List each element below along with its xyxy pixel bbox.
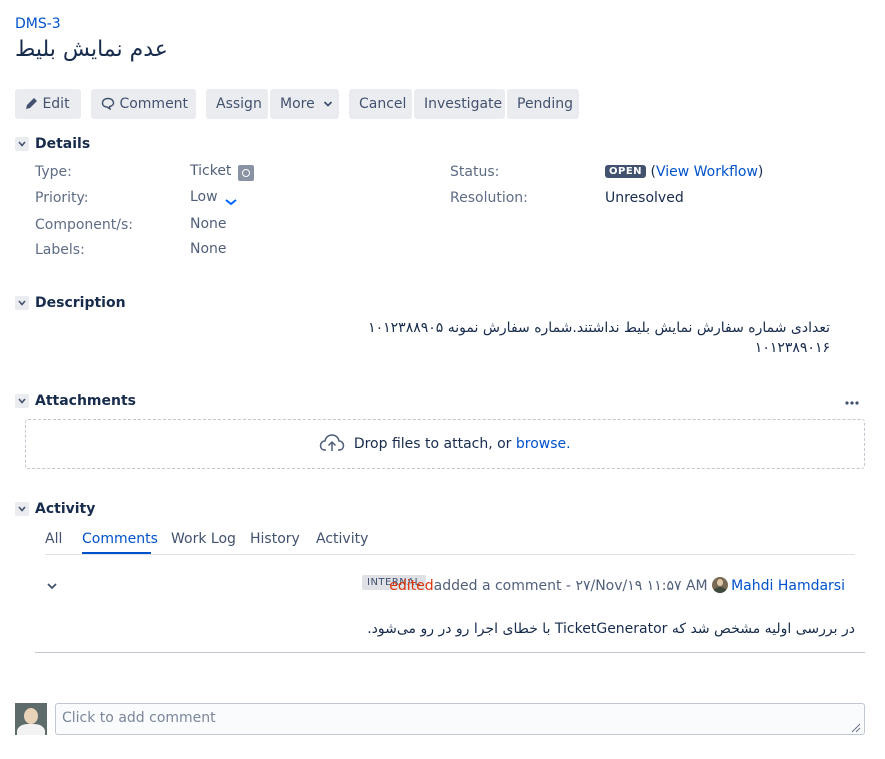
edited-label: edited <box>389 578 434 594</box>
priority-value-text: Low <box>190 189 218 205</box>
priority-value: Low <box>190 189 238 207</box>
investigate-button[interactable]: Investigate <box>414 89 505 119</box>
comment-divider <box>35 652 865 653</box>
attachments-more-icon[interactable] <box>844 395 860 413</box>
dropzone-text: Drop files to attach, or <box>353 436 512 452</box>
status-badge: OPEN <box>605 165 647 178</box>
comment-icon <box>101 97 115 111</box>
chevron-down-icon <box>324 101 333 107</box>
cancel-button[interactable]: Cancel <box>349 89 412 119</box>
comment-collapse-icon[interactable] <box>46 579 58 595</box>
user-avatar <box>15 703 47 735</box>
tabs-divider <box>45 554 855 555</box>
edit-button-label: Edit <box>42 96 70 112</box>
resize-handle-icon[interactable] <box>851 721 861 737</box>
attachments-toggle[interactable] <box>15 394 29 408</box>
tab-comments[interactable]: Comments <box>82 531 158 547</box>
browse-link[interactable]: browse. <box>516 436 571 452</box>
attachments-title: Attachments <box>35 393 137 409</box>
priority-low-icon <box>225 199 237 206</box>
author-avatar <box>712 577 729 593</box>
cloud-upload-icon <box>320 434 345 451</box>
components-value: None <box>190 216 227 232</box>
assign-button[interactable]: Assign <box>206 89 268 119</box>
details-toggle[interactable] <box>15 137 29 151</box>
type-label: Type: <box>35 164 72 180</box>
resolution-value: Unresolved <box>605 190 684 206</box>
comment-meta-text: added a comment - ۲۷/Nov/۱۹ ۱۱:۵۷ AM <box>433 578 708 594</box>
pencil-icon <box>26 98 37 109</box>
comment-meta: editedadded a comment - ۲۷/Nov/۱۹ ۱۱:۵۷ … <box>389 577 845 594</box>
tab-all[interactable]: All <box>45 531 62 547</box>
ticket-type-icon <box>237 165 254 181</box>
tab-history[interactable]: History <box>250 531 300 547</box>
chevron-down-icon <box>18 398 26 404</box>
comment-author-link[interactable]: Mahdi Hamdarsi <box>731 578 845 594</box>
chevron-down-icon <box>18 300 26 306</box>
edit-button[interactable]: Edit <box>15 89 81 119</box>
view-workflow-link[interactable]: View Workflow <box>656 164 758 180</box>
comment-button-label: Comment <box>119 96 189 112</box>
details-title: Details <box>35 136 91 152</box>
description-toggle[interactable] <box>15 296 29 310</box>
labels-value: None <box>190 241 227 257</box>
labels-label: Labels: <box>35 242 85 258</box>
active-tab-indicator <box>82 552 151 554</box>
tab-work-log[interactable]: Work Log <box>171 531 236 547</box>
type-value: Ticket <box>190 163 254 181</box>
issue-title: عدم نمایش بلیط <box>15 37 168 62</box>
issue-key[interactable]: DMS-3 <box>15 16 61 32</box>
comment-body: در بررسی اولیه مشخص شد که TicketGenerato… <box>367 621 855 637</box>
type-value-text: Ticket <box>190 163 232 179</box>
tab-activity[interactable]: Activity <box>316 531 368 547</box>
more-button-label: More <box>280 96 315 112</box>
pending-button[interactable]: Pending <box>507 89 579 119</box>
comment-button[interactable]: Comment <box>91 89 196 119</box>
description-title: Description <box>35 295 126 311</box>
components-label: Component/s: <box>35 217 134 233</box>
chevron-down-icon <box>18 141 26 147</box>
activity-title: Activity <box>35 501 96 517</box>
add-comment-input[interactable]: Click to add comment <box>55 703 865 735</box>
activity-toggle[interactable] <box>15 502 29 516</box>
priority-label: Priority: <box>35 190 89 206</box>
attachments-dropzone[interactable]: Drop files to attach, or browse. <box>25 419 865 469</box>
more-button[interactable]: More <box>270 89 339 119</box>
description-text: تعدادی شماره سفارش نمایش بلیط نداشتند.شم… <box>368 320 830 356</box>
status-value: OPEN (View Workflow) <box>605 164 763 180</box>
resolution-label: Resolution: <box>450 190 528 206</box>
status-label: Status: <box>450 164 500 180</box>
chevron-down-icon <box>18 506 26 512</box>
